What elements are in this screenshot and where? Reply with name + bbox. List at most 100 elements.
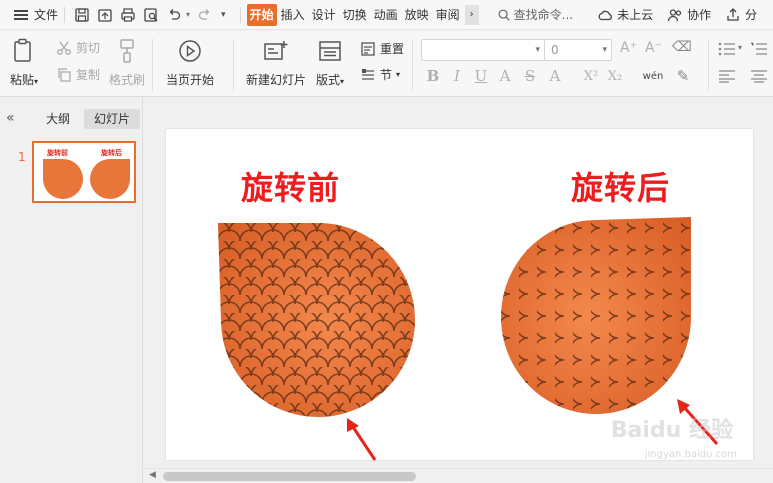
numbered-list-icon[interactable] [750,42,768,59]
font-size-select[interactable]: 0 ▾ [544,39,612,61]
reset-label: 重置 [380,42,405,56]
layout-icon [316,37,344,65]
ribbon-divider [233,39,234,91]
tab-home[interactable]: 开始 [246,3,277,26]
cloud-icon [598,10,613,20]
command-search-placeholder: 查找命令... [513,8,574,22]
tab-animation[interactable]: 动画 [371,4,401,26]
bullet-list-icon[interactable] [718,42,736,59]
superscript-icon[interactable]: X² [582,67,600,85]
section-dropdown-icon[interactable]: ▾ [396,70,400,79]
teardrop-shape-before[interactable] [218,223,418,418]
pinyin-label: wén [642,70,664,82]
collaboration-button[interactable]: 协作 [667,6,711,23]
new-slide-button[interactable]: 新建幻灯片 [246,37,306,88]
highlight-icon[interactable]: ✎ [674,67,692,85]
cut-button[interactable]: 剪切 [56,39,100,56]
decrease-font-icon[interactable]: A⁻ [645,40,662,56]
font-family-select[interactable]: ▾ [421,39,545,61]
format-painter-icon [113,37,141,65]
strikethrough-icon[interactable]: S [521,67,539,85]
undo-dropdown-icon[interactable]: ▾ [186,10,190,19]
file-menu-label: 文件 [34,8,59,22]
copy-button[interactable]: 复制 [56,66,100,83]
paste-label: 粘贴 [10,73,35,87]
tab-outline[interactable]: 大纲 [36,109,80,129]
layout-dropdown-icon[interactable]: ▾ [340,77,344,86]
collaboration-icon [667,8,682,21]
search-icon [498,9,510,21]
bold-icon[interactable]: B [424,67,442,85]
customize-dropdown-icon[interactable]: ▾ [221,10,226,20]
separator [239,6,241,23]
reset-button[interactable]: 重置 [360,40,404,57]
collaboration-label: 协作 [687,8,712,22]
tab-slideshow[interactable]: 放映 [402,4,432,26]
undo-button[interactable] [163,4,185,26]
share-button[interactable]: 分 [725,6,757,23]
print-preview-icon [144,7,158,22]
redo-button[interactable] [194,4,216,26]
cloud-status-label: 未上云 [617,8,654,22]
watermark-url: jingyan.baidu.com [644,449,737,460]
collapse-panel-icon[interactable]: « [6,110,15,126]
print-preview-button[interactable] [140,4,162,26]
ribbon-divider [412,39,413,91]
play-from-current-button[interactable]: 当页开始 [166,37,214,88]
slide[interactable]: 旋转前 旋转后 [166,129,753,461]
cloud-status-button[interactable]: 未上云 [597,6,653,23]
print-button[interactable] [117,4,139,26]
slide-title-after[interactable]: 旋转后 [571,163,670,209]
play-icon [176,37,204,65]
layout-button[interactable]: 版式▾ [316,37,344,88]
tab-transition[interactable]: 切换 [340,4,370,26]
increase-font-icon[interactable]: A⁺ [620,40,637,56]
paste-button[interactable]: 粘贴▾ [10,37,38,88]
reset-icon [361,41,375,56]
ribbon-divider [708,39,709,91]
share-label: 分 [745,8,758,22]
menu-bar: 文件 ▾ ▾ 开始 插入 设计 切换 动画 放映 审阅 › 查找命令... 未上… [0,0,773,30]
slide-title-before[interactable]: 旋转前 [241,163,340,209]
chevron-down-icon: ▾ [535,45,540,55]
more-tabs-button[interactable]: › [464,4,479,25]
format-painter-button[interactable]: 格式刷 [109,37,145,88]
share-icon [727,7,739,21]
format-painter-label: 格式刷 [109,73,146,87]
pinyin-guide-icon[interactable]: wén [640,67,666,85]
command-search[interactable]: 查找命令... [497,6,573,23]
align-left-icon[interactable] [718,69,736,86]
scroll-left-icon[interactable]: ◀ [149,470,156,480]
italic-icon[interactable]: I [448,67,466,85]
export-icon [98,8,112,22]
paste-dropdown-icon[interactable]: ▾ [34,77,38,86]
underline-icon[interactable]: U [472,67,490,85]
horizontal-scrollbar[interactable]: ◀ [143,468,773,483]
cut-label: 剪切 [76,41,101,55]
new-slide-label: 新建幻灯片 [246,73,307,87]
export-button[interactable] [94,4,116,26]
tab-review[interactable]: 审阅 [433,4,463,26]
shadow-icon[interactable]: A [496,67,514,85]
file-menu[interactable]: 文件 [14,6,58,23]
clear-format-icon[interactable]: ⌫ [672,39,692,55]
section-button[interactable]: 节 ▾ [360,66,400,83]
align-center-icon[interactable] [750,69,768,86]
tab-slides[interactable]: 幻灯片 [84,109,141,129]
redo-icon [198,8,210,20]
thumbnail-shape-right [90,159,130,199]
save-button[interactable] [71,4,93,26]
slides-panel: « 大纲 幻灯片 1 旋转前 旋转后 [0,98,143,483]
scrollbar-thumb[interactable] [163,472,416,481]
subscript-icon[interactable]: X₂ [606,67,624,85]
slide-thumbnail[interactable]: 旋转前 旋转后 [32,141,136,203]
char-spacing-icon[interactable]: A [546,67,564,85]
section-label: 节 [380,68,393,82]
undo-icon [169,8,181,20]
watermark-logo: Baidu 经验 [610,418,733,443]
bullet-dropdown-icon[interactable]: ▾ [738,43,742,52]
tab-design[interactable]: 设计 [309,4,339,26]
tab-insert[interactable]: 插入 [278,4,308,26]
copy-icon [58,67,71,82]
teardrop-shape-after[interactable] [501,217,693,417]
